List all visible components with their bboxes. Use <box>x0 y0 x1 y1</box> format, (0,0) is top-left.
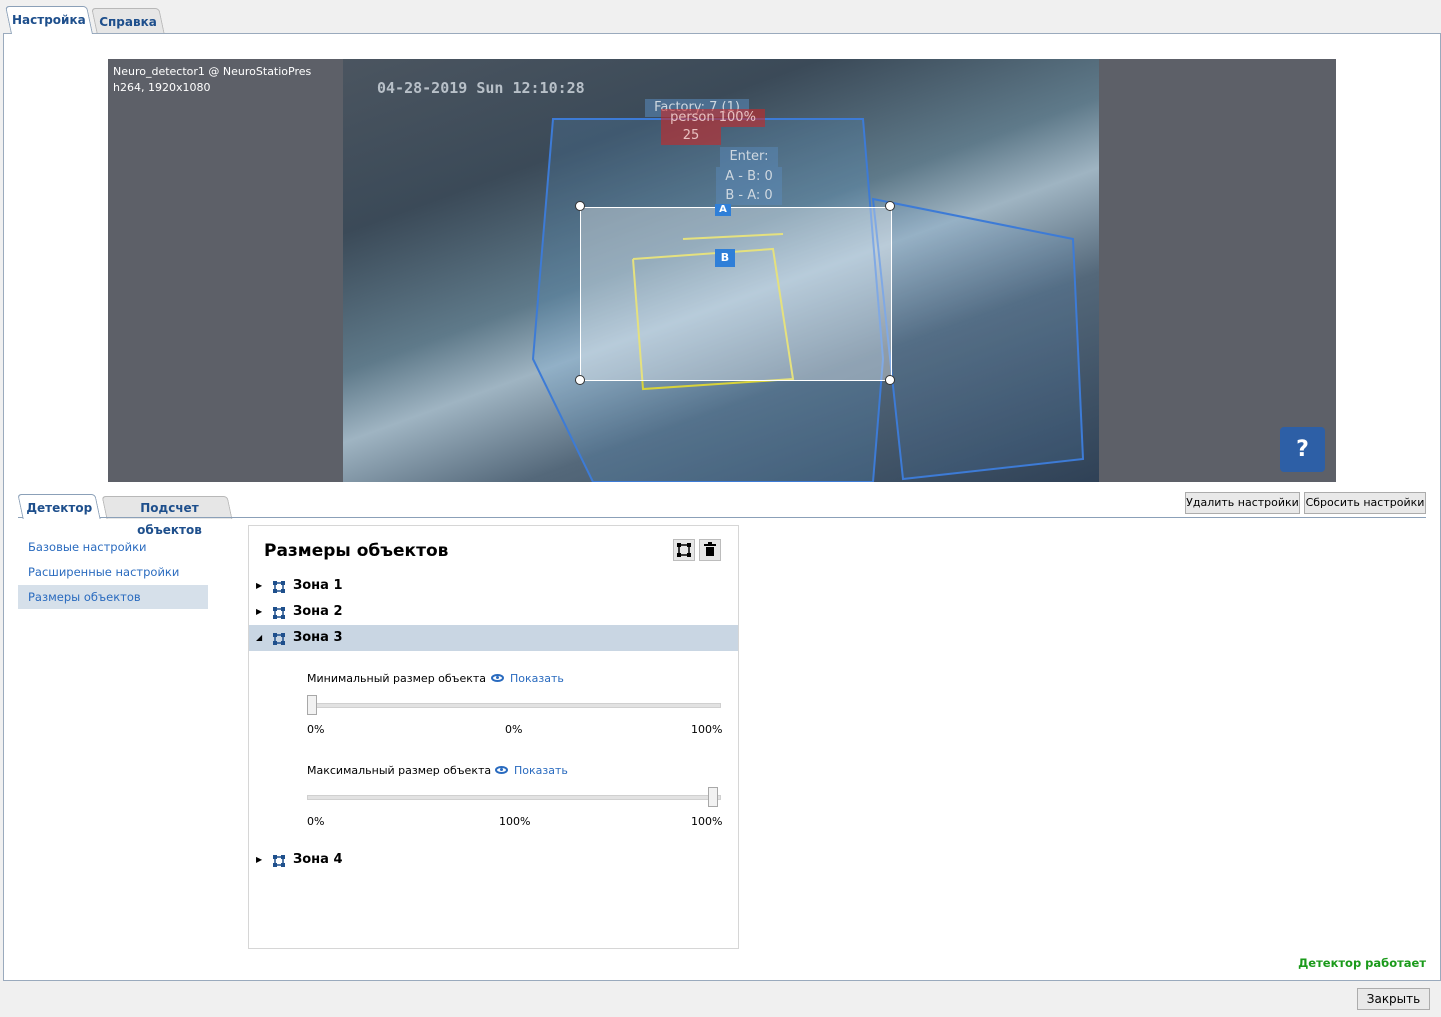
max-size-show-link[interactable]: Показать <box>514 764 568 777</box>
zone-label: Зона 3 <box>293 630 343 645</box>
stream-name: Neuro_detector1 @ NeuroStatioPres <box>113 65 312 78</box>
tab-object-counting[interactable]: Подсчет объектов <box>101 496 233 537</box>
expand-arrow-icon[interactable]: ▶ <box>256 599 262 625</box>
min-size-value: 0% <box>505 723 523 736</box>
eye-icon[interactable] <box>491 674 504 682</box>
camera-frame: 04-28-2019 Sun 12:10:28 Factory: 7 (1) p… <box>343 59 1099 482</box>
resize-handle[interactable] <box>575 201 585 211</box>
zone-label: Зона 4 <box>293 852 343 867</box>
collapse-arrow-icon[interactable]: ◢ <box>256 625 262 651</box>
stream-info: h264, 1920x1080 <box>113 81 211 94</box>
object-sizes-panel: Размеры объектов ▶ Зона 1 ▶ Зона 2 ◢ Зон… <box>248 525 739 949</box>
min-size-slider[interactable] <box>307 703 721 708</box>
expand-arrow-icon[interactable]: ▶ <box>256 847 262 873</box>
resize-handle[interactable] <box>575 375 585 385</box>
detector-status: Детектор работает <box>1298 956 1426 970</box>
zone-icon <box>273 855 285 867</box>
ba-count: B - A: 0 <box>716 187 782 205</box>
video-preview: 04-28-2019 Sun 12:10:28 Factory: 7 (1) p… <box>108 59 1336 482</box>
zone-icon <box>273 607 285 619</box>
zone-row-selected[interactable]: ◢ Зона 3 <box>249 625 738 651</box>
tab-detector[interactable]: Детектор <box>17 494 101 519</box>
max-size-value: 100% <box>499 815 531 828</box>
eye-icon[interactable] <box>495 766 508 774</box>
person-id: 25 <box>661 127 721 145</box>
person-label: person 100% <box>661 109 765 127</box>
zone-icon <box>677 543 691 557</box>
min-size-label: Минимальный размер объекта <box>307 672 487 685</box>
expand-arrow-icon[interactable]: ▶ <box>256 573 262 599</box>
zone-icon <box>273 633 285 645</box>
panel-title: Размеры объектов <box>264 541 449 561</box>
enter-label: Enter: <box>720 147 778 167</box>
max-size-range-min: 0% <box>307 815 325 828</box>
tab-detector-label: Детектор <box>26 501 93 515</box>
tab-settings-label: Настройка <box>12 13 86 27</box>
marker-a: A <box>715 204 731 216</box>
ab-count: A - B: 0 <box>716 167 782 187</box>
delete-settings-button[interactable]: Удалить настройки <box>1185 492 1300 514</box>
nav-basic-settings[interactable]: Базовые настройки <box>18 535 208 559</box>
close-button[interactable]: Закрыть <box>1357 988 1430 1010</box>
add-zone-button[interactable] <box>673 539 695 561</box>
zone-label: Зона 2 <box>293 604 343 619</box>
tab-settings[interactable]: Настройка <box>5 6 93 34</box>
resize-handle[interactable] <box>885 375 895 385</box>
tab-help-label: Справка <box>99 15 158 29</box>
help-button[interactable]: ? <box>1280 427 1325 472</box>
zone-row[interactable]: ▶ Зона 2 <box>249 599 738 625</box>
nav-object-sizes[interactable]: Размеры объектов <box>18 585 208 609</box>
max-size-range-max: 100% <box>691 815 723 828</box>
delete-zone-button[interactable] <box>699 539 721 561</box>
nav-advanced-settings[interactable]: Расширенные настройки <box>18 560 208 584</box>
timestamp: 04-28-2019 Sun 12:10:28 <box>377 79 585 97</box>
marker-b: B <box>715 249 735 267</box>
min-size-slider-thumb[interactable] <box>307 695 317 715</box>
min-size-range-max: 100% <box>691 723 723 736</box>
min-size-range-min: 0% <box>307 723 325 736</box>
resize-handle[interactable] <box>885 201 895 211</box>
tab-help[interactable]: Справка <box>91 8 165 34</box>
zone-row[interactable]: ▶ Зона 1 <box>249 573 738 599</box>
trash-icon <box>704 542 716 556</box>
reset-settings-button[interactable]: Сбросить настройки <box>1304 492 1426 514</box>
zone-icon <box>273 581 285 593</box>
min-size-show-link[interactable]: Показать <box>510 672 564 685</box>
tabs-divider <box>18 517 1426 518</box>
zone-row[interactable]: ▶ Зона 4 <box>249 847 738 873</box>
max-size-label: Максимальный размер объекта <box>307 764 492 777</box>
max-size-slider-thumb[interactable] <box>708 787 718 807</box>
max-size-slider[interactable] <box>307 795 721 800</box>
zone-label: Зона 1 <box>293 578 343 593</box>
zone-selection[interactable] <box>580 207 892 381</box>
